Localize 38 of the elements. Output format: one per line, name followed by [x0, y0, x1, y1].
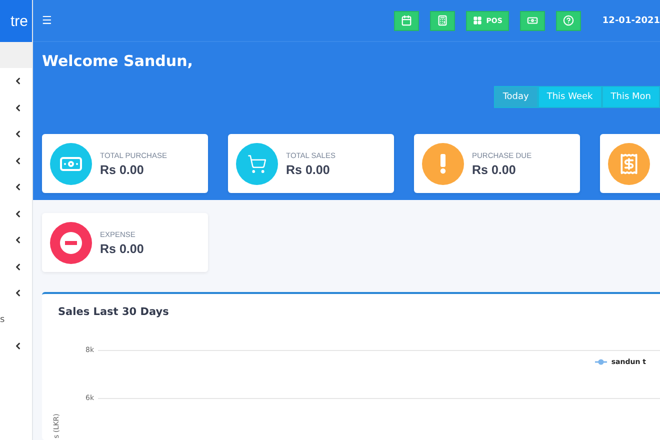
date-range-tab[interactable]: This Mon: [602, 86, 660, 108]
chevron-icon[interactable]: [13, 76, 23, 86]
chevron-icon[interactable]: [13, 262, 23, 272]
sidebar-header: [0, 42, 32, 68]
date-text: 12-01-2021: [602, 16, 660, 26]
chevron-icon[interactable]: [13, 235, 23, 246]
chevron-icon[interactable]: [13, 156, 23, 166]
legend-marker-icon: [595, 359, 608, 365]
date-range-tab[interactable]: This Week: [538, 86, 602, 108]
calculator-button[interactable]: [430, 10, 456, 30]
chevron-icon[interactable]: [13, 288, 23, 298]
stat-value: Rs 0.00: [472, 162, 517, 176]
banknote-icon: [527, 15, 538, 26]
chevron-icon[interactable]: [13, 182, 23, 192]
calculator-icon: [437, 15, 448, 26]
brand-logo[interactable]: tre: [0, 0, 32, 42]
sidebar-item[interactable]: s: [0, 314, 5, 325]
stat-value: Rs 0.00: [100, 242, 144, 256]
cash-button[interactable]: [520, 10, 546, 30]
chevron-icon[interactable]: [13, 208, 23, 219]
stat-value: Rs 0.00: [100, 162, 145, 176]
stat-value: Rs 0.00: [286, 162, 331, 176]
minus-circle-icon: [60, 232, 82, 254]
exclamation-icon: [439, 154, 447, 174]
calendar-icon: [401, 15, 412, 26]
help-button[interactable]: [556, 10, 582, 30]
chevron-icon[interactable]: [13, 102, 23, 113]
welcome-heading: Welcome Sandun,: [42, 52, 194, 70]
grid-icon: [473, 16, 482, 25]
calendar-button[interactable]: [394, 10, 420, 30]
cart-icon: [247, 154, 267, 174]
chart-title: Sales Last 30 Days: [58, 306, 170, 318]
chevron-icon[interactable]: [13, 341, 23, 352]
receipt-icon: [618, 152, 640, 174]
menu-toggle[interactable]: ☰: [42, 14, 52, 27]
chevron-icon[interactable]: [13, 129, 23, 140]
help-icon: [563, 15, 574, 26]
date-range-tab[interactable]: Today: [494, 86, 538, 108]
